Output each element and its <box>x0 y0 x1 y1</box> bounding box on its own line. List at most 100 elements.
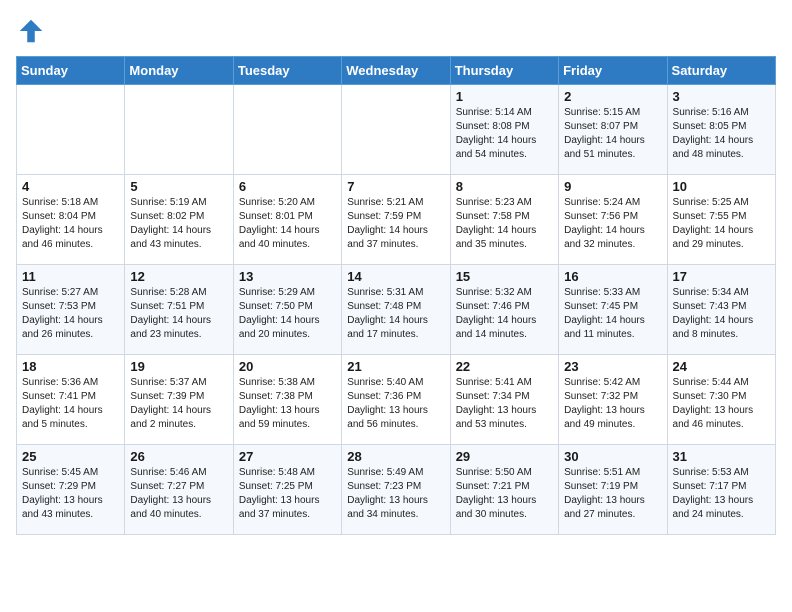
day-number: 6 <box>239 179 336 194</box>
day-number: 30 <box>564 449 661 464</box>
calendar-cell: 9 Sunrise: 5:24 AM Sunset: 7:56 PM Daylig… <box>559 175 667 265</box>
calendar-cell: 16Sunrise: 5:33 AM Sunset: 7:45 PM Dayli… <box>559 265 667 355</box>
calendar-week-4: 18 Sunrise: 5:36 AM Sunset: 7:41 PM Dayli… <box>17 355 776 445</box>
day-number: 4 <box>22 179 119 194</box>
day-number: 25 <box>22 449 119 464</box>
day-number: 8 <box>456 179 553 194</box>
day-number: 28 <box>347 449 444 464</box>
day-info: Sunrise: 5:46 AM Sunset: 7:27 PM Dayligh… <box>130 466 227 522</box>
calendar-week-1: 1 Sunrise: 5:14 AM Sunset: 8:08 PM Daylig… <box>17 85 776 175</box>
calendar-cell: 11 Sunrise: 5:27 AM Sunset: 7:53 PM Dayli… <box>17 265 125 355</box>
calendar-cell: 8 Sunrise: 5:23 AM Sunset: 7:58 PM Daylig… <box>450 175 558 265</box>
day-info: Sunrise: 5:21 AM Sunset: 7:59 PM Dayligh… <box>347 196 444 252</box>
day-info: Sunrise: 5:19 AM Sunset: 8:02 PM Dayligh… <box>130 196 227 252</box>
day-info: Sunrise: 5:20 AM Sunset: 8:01 PM Dayligh… <box>239 196 336 252</box>
day-info: Sunrise: 5:41 AM Sunset: 7:34 PM Dayligh… <box>456 376 553 432</box>
day-info: Sunrise: 5:42 AM Sunset: 7:32 PM Dayligh… <box>564 376 661 432</box>
calendar-cell: 4 Sunrise: 5:18 AM Sunset: 8:04 PM Daylig… <box>17 175 125 265</box>
day-info: Sunrise: 5:27 AM Sunset: 7:53 PM Dayligh… <box>22 286 119 342</box>
day-number: 13 <box>239 269 336 284</box>
day-number: 9 <box>564 179 661 194</box>
col-header-tuesday: Tuesday <box>233 57 341 85</box>
col-header-monday: Monday <box>125 57 233 85</box>
day-number: 11 <box>22 269 119 284</box>
day-info: Sunrise: 5:18 AM Sunset: 8:04 PM Dayligh… <box>22 196 119 252</box>
calendar-week-2: 4 Sunrise: 5:18 AM Sunset: 8:04 PM Daylig… <box>17 175 776 265</box>
calendar-cell: 21 Sunrise: 5:40 AM Sunset: 7:36 PM Dayli… <box>342 355 450 445</box>
calendar-cell: 14Sunrise: 5:31 AM Sunset: 7:48 PM Dayli… <box>342 265 450 355</box>
day-number: 21 <box>347 359 444 374</box>
day-number: 27 <box>239 449 336 464</box>
calendar-cell: 10 Sunrise: 5:25 AM Sunset: 7:55 PM Dayli… <box>667 175 775 265</box>
day-number: 5 <box>130 179 227 194</box>
calendar-header: SundayMondayTuesdayWednesdayThursdayFrid… <box>17 57 776 85</box>
day-number: 23 <box>564 359 661 374</box>
day-info: Sunrise: 5:23 AM Sunset: 7:58 PM Dayligh… <box>456 196 553 252</box>
calendar-cell <box>342 85 450 175</box>
day-number: 24 <box>673 359 770 374</box>
calendar-cell: 7 Sunrise: 5:21 AM Sunset: 7:59 PM Daylig… <box>342 175 450 265</box>
day-number: 10 <box>673 179 770 194</box>
day-info: Sunrise: 5:25 AM Sunset: 7:55 PM Dayligh… <box>673 196 770 252</box>
calendar-week-3: 11 Sunrise: 5:27 AM Sunset: 7:53 PM Dayli… <box>17 265 776 355</box>
day-number: 26 <box>130 449 227 464</box>
day-info: Sunrise: 5:38 AM Sunset: 7:38 PM Dayligh… <box>239 376 336 432</box>
calendar-cell: 3 Sunrise: 5:16 AM Sunset: 8:05 PM Daylig… <box>667 85 775 175</box>
col-header-saturday: Saturday <box>667 57 775 85</box>
day-info: Sunrise: 5:15 AM Sunset: 8:07 PM Dayligh… <box>564 106 661 162</box>
day-info: Sunrise: 5:37 AM Sunset: 7:39 PM Dayligh… <box>130 376 227 432</box>
col-header-wednesday: Wednesday <box>342 57 450 85</box>
day-number: 1 <box>456 89 553 104</box>
calendar-cell <box>233 85 341 175</box>
calendar-cell: 29 Sunrise: 5:50 AM Sunset: 7:21 PM Dayli… <box>450 445 558 535</box>
col-header-sunday: Sunday <box>17 57 125 85</box>
calendar-cell: 19Sunrise: 5:37 AM Sunset: 7:39 PM Dayli… <box>125 355 233 445</box>
calendar-cell: 30 Sunrise: 5:51 AM Sunset: 7:19 PM Dayli… <box>559 445 667 535</box>
logo <box>16 16 50 46</box>
calendar-cell: 23 Sunrise: 5:42 AM Sunset: 7:32 PM Dayli… <box>559 355 667 445</box>
day-info: Sunrise: 5:45 AM Sunset: 7:29 PM Dayligh… <box>22 466 119 522</box>
day-number: 7 <box>347 179 444 194</box>
day-number: 16 <box>564 269 661 284</box>
day-number: 18 <box>22 359 119 374</box>
day-number: 22 <box>456 359 553 374</box>
day-info: Sunrise: 5:16 AM Sunset: 8:05 PM Dayligh… <box>673 106 770 162</box>
day-info: Sunrise: 5:31 AM Sunset: 7:48 PM Dayligh… <box>347 286 444 342</box>
day-info: Sunrise: 5:48 AM Sunset: 7:25 PM Dayligh… <box>239 466 336 522</box>
calendar-cell: 17 Sunrise: 5:34 AM Sunset: 7:43 PM Dayli… <box>667 265 775 355</box>
calendar-cell: 25 Sunrise: 5:45 AM Sunset: 7:29 PM Dayli… <box>17 445 125 535</box>
day-info: Sunrise: 5:14 AM Sunset: 8:08 PM Dayligh… <box>456 106 553 162</box>
day-info: Sunrise: 5:24 AM Sunset: 7:56 PM Dayligh… <box>564 196 661 252</box>
day-info: Sunrise: 5:50 AM Sunset: 7:21 PM Dayligh… <box>456 466 553 522</box>
calendar-cell <box>17 85 125 175</box>
logo-icon <box>16 16 46 46</box>
day-info: Sunrise: 5:29 AM Sunset: 7:50 PM Dayligh… <box>239 286 336 342</box>
day-number: 20 <box>239 359 336 374</box>
day-info: Sunrise: 5:40 AM Sunset: 7:36 PM Dayligh… <box>347 376 444 432</box>
day-info: Sunrise: 5:32 AM Sunset: 7:46 PM Dayligh… <box>456 286 553 342</box>
calendar-cell: 31Sunrise: 5:53 AM Sunset: 7:17 PM Dayli… <box>667 445 775 535</box>
calendar-cell: 20 Sunrise: 5:38 AM Sunset: 7:38 PM Dayli… <box>233 355 341 445</box>
calendar-week-5: 25 Sunrise: 5:45 AM Sunset: 7:29 PM Dayli… <box>17 445 776 535</box>
calendar-cell: 12 Sunrise: 5:28 AM Sunset: 7:51 PM Dayli… <box>125 265 233 355</box>
day-info: Sunrise: 5:34 AM Sunset: 7:43 PM Dayligh… <box>673 286 770 342</box>
calendar-table: SundayMondayTuesdayWednesdayThursdayFrid… <box>16 56 776 535</box>
calendar-cell: 26 Sunrise: 5:46 AM Sunset: 7:27 PM Dayli… <box>125 445 233 535</box>
day-info: Sunrise: 5:49 AM Sunset: 7:23 PM Dayligh… <box>347 466 444 522</box>
day-number: 17 <box>673 269 770 284</box>
calendar-cell: 18 Sunrise: 5:36 AM Sunset: 7:41 PM Dayli… <box>17 355 125 445</box>
day-number: 12 <box>130 269 227 284</box>
day-info: Sunrise: 5:36 AM Sunset: 7:41 PM Dayligh… <box>22 376 119 432</box>
calendar-cell: 1 Sunrise: 5:14 AM Sunset: 8:08 PM Daylig… <box>450 85 558 175</box>
calendar-cell: 13 Sunrise: 5:29 AM Sunset: 7:50 PM Dayli… <box>233 265 341 355</box>
day-number: 2 <box>564 89 661 104</box>
calendar-cell: 15Sunrise: 5:32 AM Sunset: 7:46 PM Dayli… <box>450 265 558 355</box>
day-number: 31 <box>673 449 770 464</box>
col-header-thursday: Thursday <box>450 57 558 85</box>
day-number: 29 <box>456 449 553 464</box>
day-number: 3 <box>673 89 770 104</box>
calendar-cell: 24Sunrise: 5:44 AM Sunset: 7:30 PM Dayli… <box>667 355 775 445</box>
day-info: Sunrise: 5:51 AM Sunset: 7:19 PM Dayligh… <box>564 466 661 522</box>
day-info: Sunrise: 5:28 AM Sunset: 7:51 PM Dayligh… <box>130 286 227 342</box>
col-header-friday: Friday <box>559 57 667 85</box>
